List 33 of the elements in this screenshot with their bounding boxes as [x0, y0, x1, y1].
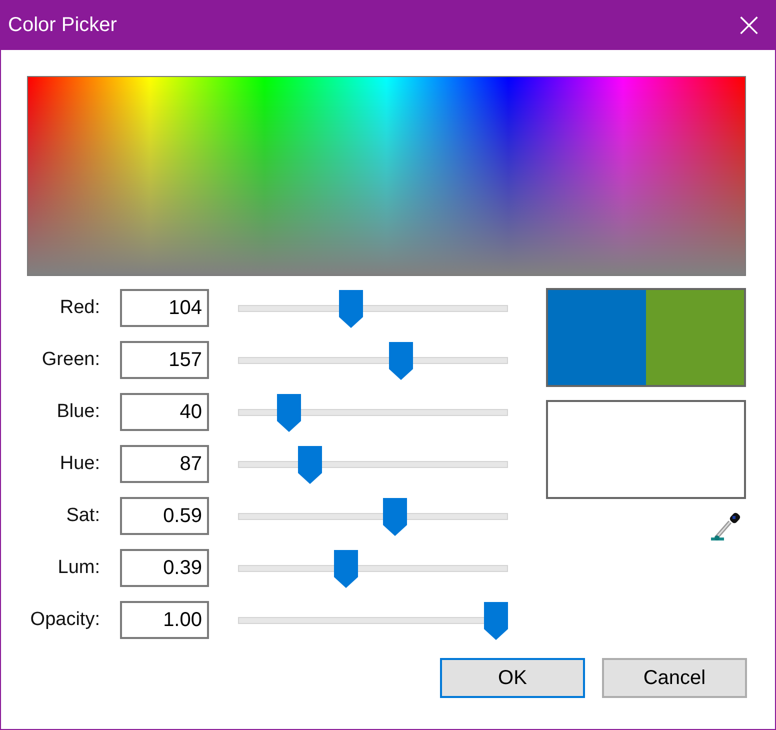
- slider-track[interactable]: [238, 460, 508, 468]
- field-label: Sat:: [65, 505, 100, 527]
- slider-thumb[interactable]: [383, 498, 408, 536]
- slider-thumb[interactable]: [298, 446, 322, 484]
- slider-track[interactable]: [238, 408, 508, 416]
- slider-track[interactable]: [238, 564, 508, 572]
- slider-thumb[interactable]: [338, 290, 363, 328]
- eyedropper-icon[interactable]: [710, 510, 742, 542]
- color-spectrum[interactable]: [27, 76, 746, 276]
- input-field[interactable]: 40: [120, 393, 209, 431]
- input-field[interactable]: 157: [120, 341, 209, 379]
- input-field[interactable]: 1.00: [120, 601, 209, 639]
- dialog-button[interactable]: Cancel: [602, 658, 747, 698]
- field-label: Opacity:: [29, 609, 100, 631]
- input-field[interactable]: 0.59: [120, 497, 209, 535]
- input-field[interactable]: 87: [120, 445, 209, 483]
- input-field[interactable]: 0.39: [120, 549, 209, 587]
- input-field[interactable]: 104: [120, 289, 209, 327]
- slider-track[interactable]: [238, 512, 508, 520]
- field-label: Green:: [40, 349, 100, 371]
- field-label: Lum:: [56, 557, 100, 579]
- slider-track[interactable]: [238, 304, 508, 312]
- field-label: Red:: [58, 297, 100, 319]
- slider-track[interactable]: [238, 356, 508, 364]
- close-button[interactable]: ×: [722, 0, 776, 50]
- window-title: Color Picker: [8, 14, 117, 36]
- field-label: Hue:: [58, 453, 100, 475]
- slider-thumb[interactable]: [334, 550, 358, 588]
- slider-thumb[interactable]: [276, 394, 301, 432]
- dialog-button[interactable]: OK: [440, 658, 585, 698]
- field-label: Blue:: [56, 401, 100, 423]
- slider-thumb[interactable]: [389, 342, 414, 380]
- slider-thumb[interactable]: [484, 602, 508, 640]
